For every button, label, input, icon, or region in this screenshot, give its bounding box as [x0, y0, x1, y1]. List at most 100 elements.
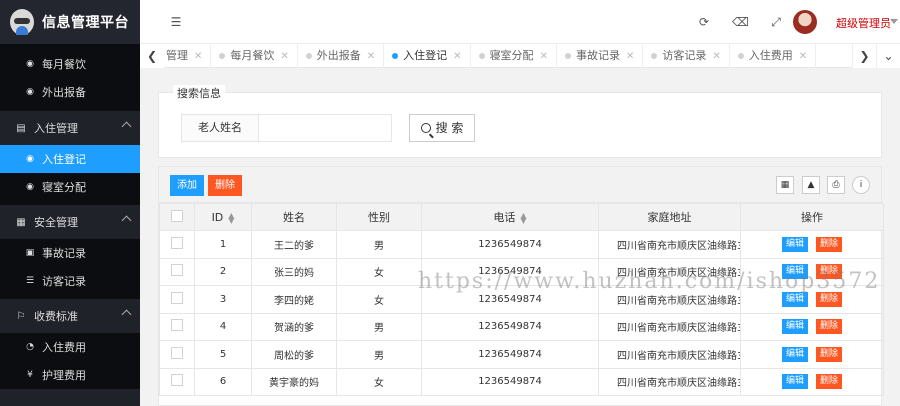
- delete-button[interactable]: 删除: [816, 346, 843, 362]
- sidebar-item-label: 寝室分配: [42, 181, 86, 194]
- tab-management[interactable]: 管理 ✕: [164, 44, 212, 68]
- sidebar-item-checkin-fee[interactable]: ◔ 入住费用: [0, 333, 140, 361]
- cell-gender: 女: [336, 285, 422, 314]
- cell-gender: 女: [336, 257, 422, 286]
- cell-gender: 女: [336, 367, 422, 396]
- username[interactable]: 超级管理员: [836, 15, 891, 31]
- close-icon[interactable]: ✕: [280, 51, 288, 62]
- tab-monthly-meals[interactable]: 每月餐饮 ✕: [211, 44, 298, 68]
- cell-actions: 编辑 删除: [740, 367, 884, 396]
- delete-button[interactable]: 删除: [816, 236, 843, 252]
- data-table: ID ▲ ▼ 姓名 性别 电话 ▲ ▼ 家庭地址 操作 1 王二的爹男 1236549874…: [159, 203, 884, 396]
- sidebar-item-room-assign[interactable]: ◉ 寝室分配: [0, 173, 140, 201]
- cell-address: 四川省南充市顺庆区油缘路30: [598, 340, 741, 369]
- trash-icon[interactable]: ⌫: [732, 14, 749, 30]
- edit-button[interactable]: 编辑: [781, 236, 808, 252]
- chevron-left-icon[interactable]: ❮: [140, 44, 164, 68]
- list-icon: ☰: [25, 276, 35, 286]
- delete-button[interactable]: 删除: [816, 319, 843, 335]
- col-phone[interactable]: 电话 ▲ ▼: [421, 203, 599, 231]
- search-button-label: 搜 索: [435, 121, 464, 135]
- sort-icon[interactable]: ▲ ▼: [228, 211, 234, 224]
- row-checkbox[interactable]: [171, 346, 183, 359]
- delete-button[interactable]: 删除: [816, 291, 843, 307]
- sidebar-item-visitor-log[interactable]: ☰ 访客记录: [0, 267, 140, 295]
- sidebar-item-label: 护理费用: [42, 369, 86, 382]
- table-row: 5 周松的爹男 1236549874 四川省南充市顺庆区油缘路30 编辑 删除: [159, 340, 884, 369]
- sidebar-group-fees[interactable]: ⚐ 收费标准: [0, 299, 140, 333]
- cell-address: 四川省南充市顺庆区油缘路30: [598, 367, 741, 396]
- edit-button[interactable]: 编辑: [781, 346, 808, 362]
- delete-button[interactable]: 删除: [816, 374, 843, 390]
- chevron-down-icon[interactable]: ⌄: [876, 44, 900, 68]
- row-select-cell[interactable]: [159, 340, 195, 369]
- row-checkbox[interactable]: [171, 319, 183, 332]
- cell-id: 5: [194, 340, 252, 369]
- select-all-cell[interactable]: [159, 203, 195, 231]
- row-select-cell[interactable]: [159, 230, 195, 259]
- tab-outing-report[interactable]: 外出报备 ✕: [298, 44, 385, 68]
- print-icon[interactable]: ⎙: [827, 176, 845, 194]
- close-icon[interactable]: ✕: [712, 51, 720, 62]
- close-icon[interactable]: ✕: [799, 51, 807, 62]
- chevron-right-icon[interactable]: ❯: [852, 44, 876, 68]
- sidebar-item-outing-report[interactable]: ◉ 外出报备: [0, 78, 140, 106]
- yen-icon: ¥: [27, 370, 33, 380]
- sidebar-item-monthly-meals[interactable]: ◉ 每月餐饮: [0, 50, 140, 78]
- sidebar-group-checkin[interactable]: ▤ 入住管理: [0, 111, 140, 145]
- tab-checkin-fee[interactable]: 入住费用 ✕: [730, 44, 817, 68]
- close-icon[interactable]: ✕: [540, 51, 548, 62]
- tab-accident-log[interactable]: 事故记录 ✕: [557, 44, 644, 68]
- edit-button[interactable]: 编辑: [781, 374, 808, 390]
- name-label: 老人姓名: [181, 114, 259, 142]
- row-select-cell[interactable]: [159, 367, 195, 396]
- row-select-cell[interactable]: [159, 257, 195, 286]
- row-checkbox[interactable]: [171, 374, 183, 387]
- row-select-cell[interactable]: [159, 285, 195, 314]
- row-checkbox[interactable]: [171, 236, 183, 249]
- select-all-checkbox[interactable]: [171, 209, 183, 222]
- edit-button[interactable]: 编辑: [781, 291, 808, 307]
- close-icon[interactable]: ✕: [194, 51, 202, 62]
- avatar[interactable]: [793, 10, 817, 34]
- refresh-icon[interactable]: ⟳: [696, 14, 712, 30]
- caret-down-icon[interactable]: [890, 19, 898, 24]
- sidebar-item-checkin-register[interactable]: ◉ 入住登记: [0, 145, 140, 173]
- tab-visitor-log[interactable]: 访客记录 ✕: [643, 44, 730, 68]
- col-phone-label: 电话: [493, 211, 516, 224]
- logo-avatar-icon: [10, 9, 34, 35]
- row-select-cell[interactable]: [159, 312, 195, 341]
- columns-icon[interactable]: ▦: [776, 176, 794, 194]
- cell-phone: 1236549874: [421, 230, 599, 259]
- row-checkbox[interactable]: [171, 291, 183, 304]
- tab-label: 每月餐饮: [230, 49, 275, 62]
- app-logo[interactable]: 信息管理平台: [0, 0, 140, 44]
- cell-name: 周松的爹: [251, 340, 337, 369]
- fullscreen-icon[interactable]: ⤢: [768, 14, 784, 30]
- col-id[interactable]: ID ▲ ▼: [194, 203, 252, 231]
- info-icon[interactable]: i: [852, 176, 870, 194]
- tab-room-assign[interactable]: 寝室分配 ✕: [471, 44, 557, 68]
- col-name: 姓名: [251, 203, 337, 231]
- app-title: 信息管理平台: [42, 15, 129, 31]
- name-search-input[interactable]: [258, 114, 392, 142]
- sidebar-item-nursing-fee[interactable]: ¥ 护理费用: [0, 361, 140, 389]
- sidebar-group-safety[interactable]: ▦ 安全管理: [0, 205, 140, 239]
- dot-icon: [219, 53, 226, 59]
- sort-icon[interactable]: ▲ ▼: [520, 212, 526, 225]
- menu-icon[interactable]: ☰: [168, 14, 184, 30]
- tab-checkin-register[interactable]: 入住登记 ✕: [384, 44, 471, 68]
- search-button[interactable]: 搜 索: [409, 114, 475, 142]
- close-icon[interactable]: ✕: [453, 51, 461, 62]
- row-checkbox[interactable]: [171, 264, 183, 277]
- export-icon[interactable]: ▲: [802, 176, 820, 194]
- edit-button[interactable]: 编辑: [781, 319, 808, 335]
- cell-id: 6: [194, 367, 252, 396]
- batch-delete-button[interactable]: 删除: [208, 175, 242, 196]
- gauge-icon: ◔: [26, 342, 34, 352]
- sidebar-item-accident-log[interactable]: ▣ 事故记录: [0, 239, 140, 267]
- close-icon[interactable]: ✕: [626, 51, 634, 62]
- add-button[interactable]: 添加: [170, 175, 204, 196]
- close-icon[interactable]: ✕: [367, 51, 375, 62]
- cell-address: 四川省南充市顺庆区油缘路30: [598, 230, 741, 259]
